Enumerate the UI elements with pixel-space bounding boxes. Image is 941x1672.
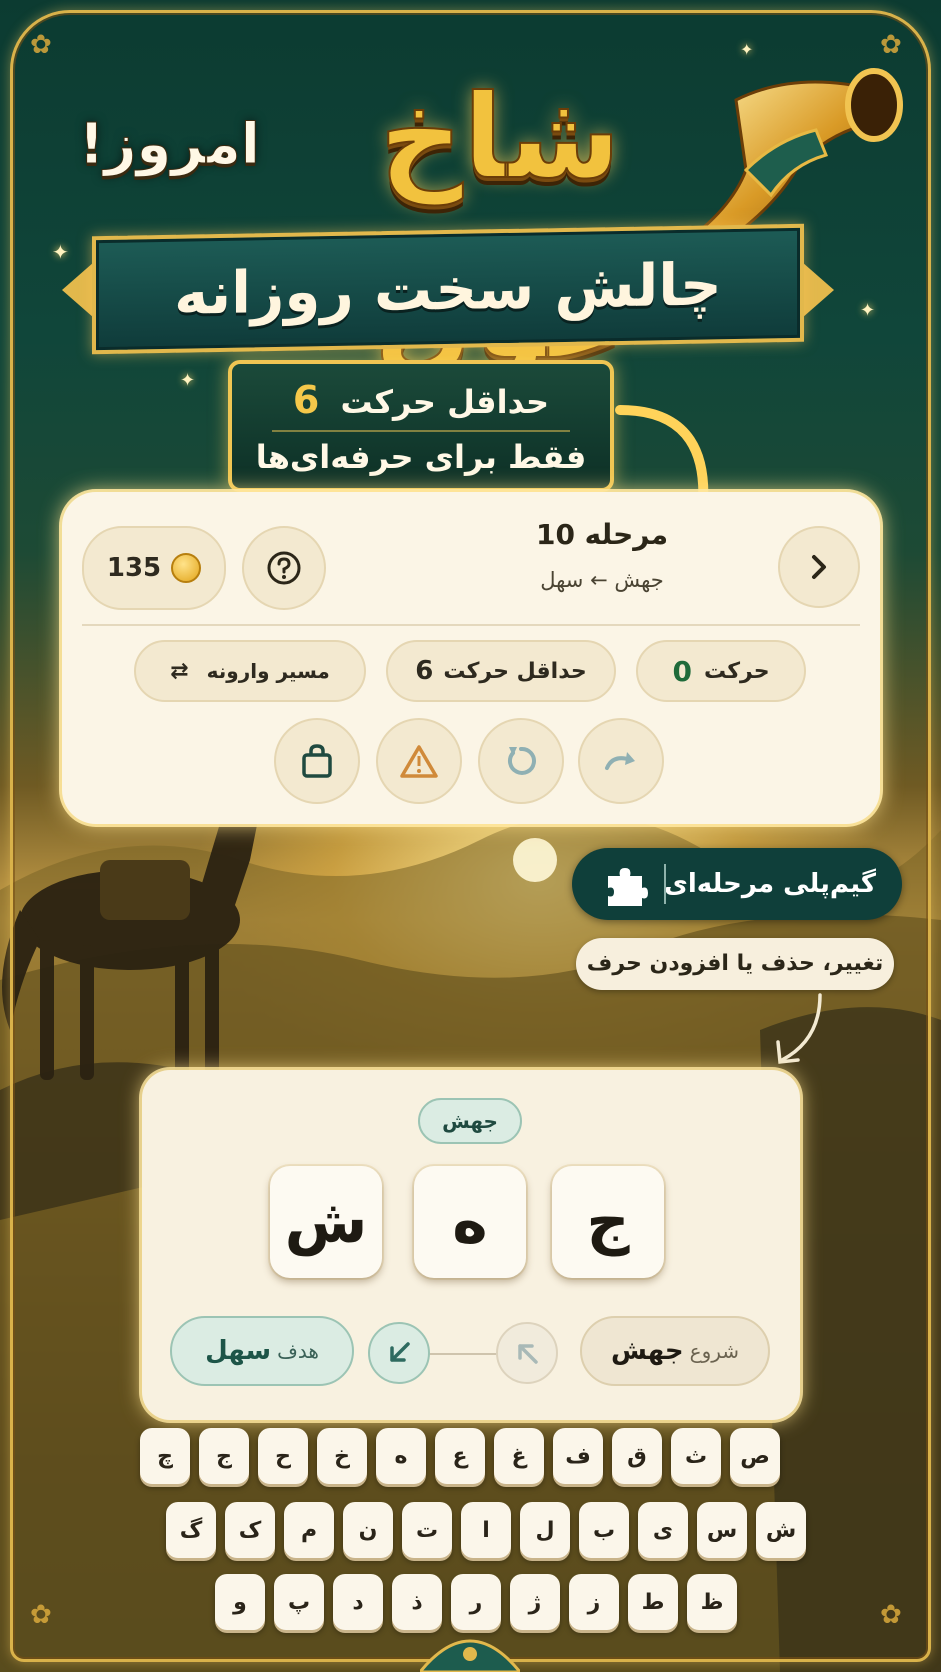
redo-icon: [605, 752, 635, 770]
report-button[interactable]: [376, 718, 462, 804]
undo-icon: [507, 746, 536, 775]
warning-icon: [400, 745, 438, 778]
floral-ornament-icon: ✿: [880, 1600, 902, 1630]
sparkle-icon: ✦: [180, 370, 196, 391]
floral-ornament-icon: ✿: [880, 30, 902, 60]
audience-text: فقط برای حرفه‌ای‌ها: [255, 438, 587, 476]
min-moves-stat: حداقل حرکت 6: [386, 640, 616, 702]
shop-button[interactable]: [274, 718, 360, 804]
moves-stat: حرکت 0: [636, 640, 806, 702]
coin-icon: [171, 553, 202, 583]
key[interactable]: گ: [166, 1502, 216, 1558]
shop-bag-icon: [302, 744, 332, 778]
reverse-path-button[interactable]: مسیر وارونه ⇄: [134, 640, 366, 702]
path-step-target: [368, 1322, 430, 1384]
min-moves-value: 6: [292, 378, 320, 422]
promo-title-suffix: امروز!: [78, 112, 260, 178]
key[interactable]: س: [697, 1502, 747, 1558]
key[interactable]: ی: [638, 1502, 688, 1558]
start-word: جهش: [610, 1336, 684, 1366]
gameplay-label: گیم‌پلی مرحله‌ای: [664, 869, 876, 899]
min-moves-stat-label: حداقل حرکت: [443, 658, 587, 684]
key[interactable]: خ: [317, 1428, 367, 1484]
key[interactable]: ظ: [687, 1574, 737, 1630]
key[interactable]: م: [284, 1502, 334, 1558]
moves-value: 0: [672, 654, 692, 688]
key[interactable]: ک: [225, 1502, 275, 1558]
key[interactable]: ه: [376, 1428, 426, 1484]
start-label: شروع: [689, 1339, 740, 1363]
target-word: سهل: [205, 1336, 272, 1366]
key[interactable]: ع: [435, 1428, 485, 1484]
arrow-up-left-icon: [518, 1344, 538, 1364]
moves-label: حرکت: [703, 658, 770, 684]
key[interactable]: ت: [402, 1502, 452, 1558]
sparkle-icon: ✦: [860, 300, 876, 321]
key[interactable]: ا: [461, 1502, 511, 1558]
banner-text: چالش سخت روزانه: [174, 250, 722, 328]
banner-tip: [802, 262, 834, 318]
level-title: مرحله 10: [535, 518, 669, 551]
chevron-right-icon: [812, 555, 826, 579]
level-panel: مرحله 10 جهش ← سهل 135 حرکت 0 حداقل حرکت…: [62, 492, 880, 824]
redo-button[interactable]: [578, 718, 664, 804]
word-panel: جهش ج ه ش شروع جهش هدف سهل: [142, 1070, 800, 1420]
daily-challenge-banner: چالش سخت روزانه: [92, 223, 804, 355]
callout-divider: [272, 430, 570, 432]
key[interactable]: ش: [756, 1502, 806, 1558]
undo-button[interactable]: [478, 718, 564, 804]
key[interactable]: ح: [258, 1428, 308, 1484]
floral-ornament-icon: ✿: [30, 1600, 52, 1630]
back-button[interactable]: [778, 526, 860, 608]
key[interactable]: ب: [579, 1502, 629, 1558]
letter-tile[interactable]: ه: [414, 1166, 526, 1278]
key[interactable]: ط: [628, 1574, 678, 1630]
min-moves-stat-value: 6: [415, 656, 434, 686]
key[interactable]: د: [333, 1574, 383, 1630]
key[interactable]: ل: [520, 1502, 570, 1558]
current-word-tag: جهش: [418, 1098, 522, 1144]
min-moves-callout: حداقل حرکت 6 فقط برای حرفه‌ای‌ها: [228, 360, 614, 492]
panel-divider: [82, 624, 860, 626]
sparkle-icon: ✦: [52, 240, 69, 264]
help-icon: [267, 551, 301, 585]
level-route: جهش ← سهل: [540, 568, 664, 592]
arrow-down-left-icon: [390, 1342, 410, 1362]
coin-counter[interactable]: 135: [82, 526, 226, 610]
letter-tile[interactable]: ج: [552, 1166, 664, 1278]
promo-title: شاخ غول: [373, 69, 628, 386]
key[interactable]: و: [215, 1574, 265, 1630]
key[interactable]: ص: [730, 1428, 780, 1484]
puzzle-piece-icon: [608, 868, 648, 906]
start-word-pill: شروع جهش: [580, 1316, 770, 1386]
coin-count: 135: [106, 553, 162, 583]
key[interactable]: ق: [612, 1428, 662, 1484]
help-button[interactable]: [242, 526, 326, 610]
letter-tile[interactable]: ش: [270, 1166, 382, 1278]
key[interactable]: ن: [343, 1502, 393, 1558]
gameplay-badge: گیم‌پلی مرحله‌ای: [572, 848, 902, 920]
gameplay-hint: تغییر، حذف یا افزودن حرف: [576, 938, 894, 990]
path-step-start: [496, 1322, 558, 1384]
key[interactable]: ز: [569, 1574, 619, 1630]
swap-arrows-icon: ⇄: [170, 658, 189, 684]
min-moves-line: حداقل حرکت 6: [232, 378, 610, 422]
min-moves-label: حداقل حرکت: [340, 383, 550, 421]
target-label: هدف: [277, 1339, 319, 1363]
reverse-path-label: مسیر وارونه: [206, 659, 330, 683]
target-word-pill: هدف سهل: [170, 1316, 354, 1386]
key[interactable]: ث: [671, 1428, 721, 1484]
curved-arrow-icon: [776, 993, 822, 1064]
banner-tip: [62, 262, 94, 318]
badge-separator: [664, 864, 666, 904]
key[interactable]: پ: [274, 1574, 324, 1630]
bottom-ornament-icon: [420, 1639, 520, 1672]
key[interactable]: ج: [199, 1428, 249, 1484]
key[interactable]: غ: [494, 1428, 544, 1484]
key[interactable]: چ: [140, 1428, 190, 1484]
key[interactable]: ف: [553, 1428, 603, 1484]
floral-ornament-icon: ✿: [30, 30, 52, 60]
